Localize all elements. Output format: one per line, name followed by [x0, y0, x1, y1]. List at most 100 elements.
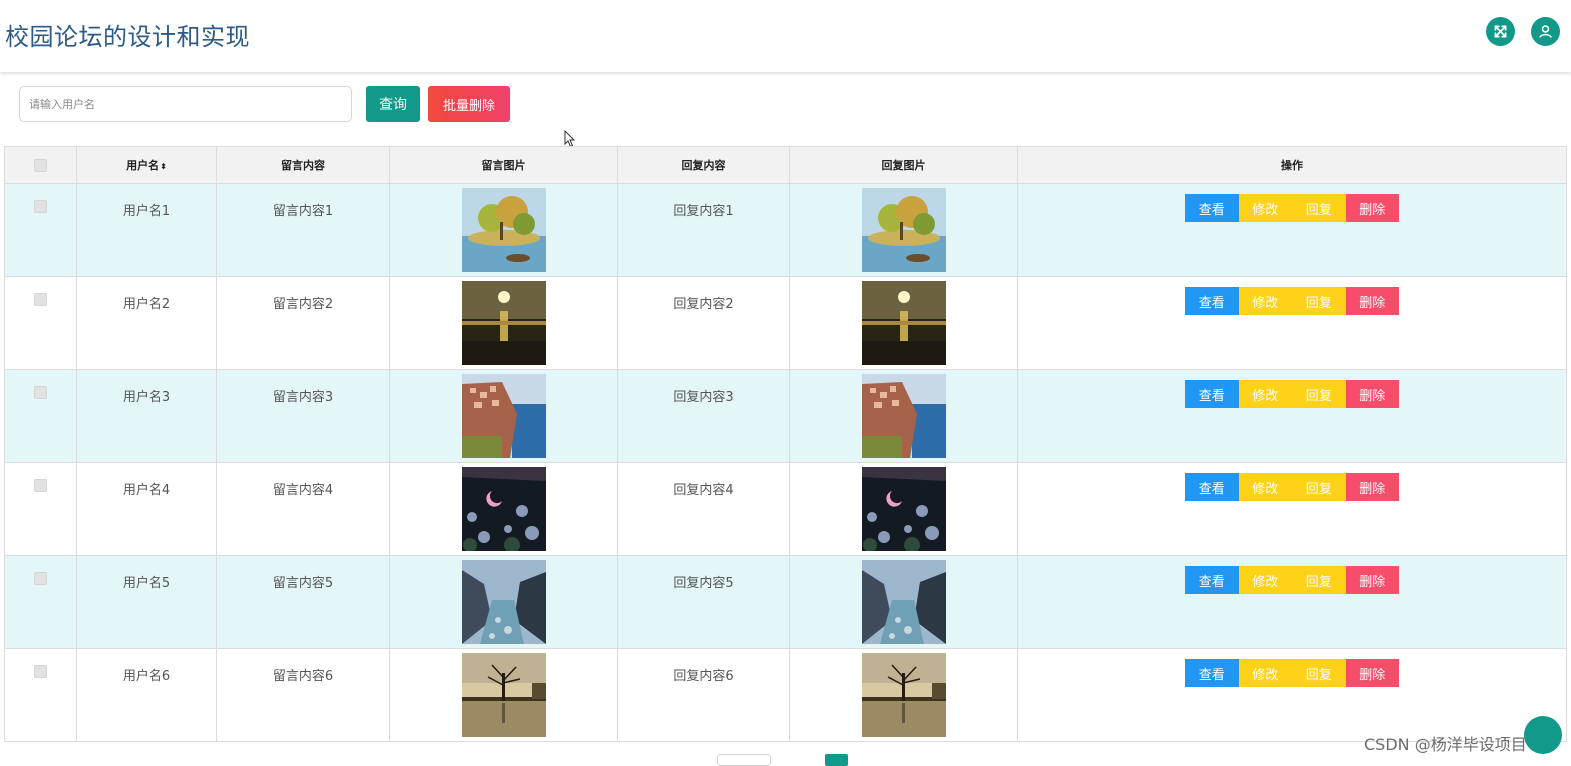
pagination-prev[interactable]	[717, 754, 771, 766]
reply-cell: 回复内容6	[617, 648, 790, 742]
floating-action-button[interactable]	[1524, 716, 1562, 754]
username-search-input[interactable]	[19, 86, 352, 122]
column-header-reply: 回复内容	[617, 146, 790, 184]
row-select-cell	[4, 648, 77, 742]
message-cell: 留言内容2	[216, 276, 390, 370]
message-image-cell	[389, 183, 618, 277]
top-header: 校园论坛的设计和实现	[0, 0, 1571, 72]
view-button[interactable]: 查看	[1185, 287, 1239, 315]
delete-button[interactable]: 删除	[1345, 287, 1399, 315]
view-button[interactable]: 查看	[1185, 566, 1239, 594]
message-cell: 留言内容4	[216, 462, 390, 556]
column-header-actions: 操作	[1017, 146, 1567, 184]
message-image[interactable]	[461, 560, 546, 644]
row-select-cell	[4, 276, 77, 370]
username-cell: 用户名1	[76, 183, 217, 277]
actions-cell: 查看 修改 回复 删除	[1017, 369, 1567, 463]
reply-image[interactable]	[861, 467, 946, 551]
message-image[interactable]	[461, 653, 546, 737]
reply-image[interactable]	[861, 281, 946, 365]
action-button-group: 查看 修改 回复 删除	[1185, 473, 1399, 501]
message-image[interactable]	[461, 467, 546, 551]
action-button-group: 查看 修改 回复 删除	[1185, 566, 1399, 594]
reply-button[interactable]: 回复	[1292, 566, 1346, 594]
reply-image[interactable]	[861, 374, 946, 458]
action-button-group: 查看 修改 回复 删除	[1185, 380, 1399, 408]
reply-cell: 回复内容3	[617, 369, 790, 463]
edit-button[interactable]: 修改	[1238, 473, 1292, 501]
message-cell: 留言内容5	[216, 555, 390, 649]
row-select-cell	[4, 369, 77, 463]
message-cell: 留言内容3	[216, 369, 390, 463]
reply-button[interactable]: 回复	[1292, 287, 1346, 315]
row-checkbox[interactable]	[34, 572, 47, 585]
reply-image[interactable]	[861, 560, 946, 644]
edit-button[interactable]: 修改	[1238, 194, 1292, 222]
actions-cell: 查看 修改 回复 删除	[1017, 555, 1567, 649]
username-cell: 用户名2	[76, 276, 217, 370]
reply-button[interactable]: 回复	[1292, 659, 1346, 687]
csdn-watermark: CSDN @杨洋毕设项目	[1364, 735, 1527, 754]
user-icon	[1539, 25, 1552, 38]
reply-image[interactable]	[861, 188, 946, 272]
message-image[interactable]	[461, 281, 546, 365]
delete-button[interactable]: 删除	[1345, 566, 1399, 594]
sort-icon[interactable]: ⬍	[160, 162, 167, 171]
action-button-group: 查看 修改 回复 删除	[1185, 659, 1399, 687]
batch-delete-button[interactable]: 批量删除	[428, 86, 510, 122]
user-button[interactable]	[1531, 17, 1560, 46]
username-cell: 用户名4	[76, 462, 217, 556]
message-image-cell	[389, 369, 618, 463]
reply-cell: 回复内容5	[617, 555, 790, 649]
select-all-checkbox[interactable]	[34, 158, 47, 172]
actions-cell: 查看 修改 回复 删除	[1017, 462, 1567, 556]
view-button[interactable]: 查看	[1185, 194, 1239, 222]
message-cell: 留言内容6	[216, 648, 390, 742]
row-select-cell	[4, 183, 77, 277]
view-button[interactable]: 查看	[1185, 659, 1239, 687]
message-image-cell	[389, 276, 618, 370]
reply-button[interactable]: 回复	[1292, 473, 1346, 501]
actions-cell: 查看 修改 回复 删除	[1017, 648, 1567, 742]
edit-button[interactable]: 修改	[1238, 566, 1292, 594]
table-header-row: 用户名⬍ 留言内容 留言图片 回复内容 回复图片 操作	[4, 146, 1567, 184]
message-image-cell	[389, 462, 618, 556]
message-image[interactable]	[461, 374, 546, 458]
delete-button[interactable]: 删除	[1345, 473, 1399, 501]
row-checkbox[interactable]	[34, 293, 47, 306]
table-row: 用户名1 留言内容1 回复内容1 查看 修改 回复 删除	[4, 183, 1567, 277]
row-checkbox[interactable]	[34, 665, 47, 678]
reply-image[interactable]	[861, 653, 946, 737]
message-table: 用户名⬍ 留言内容 留言图片 回复内容 回复图片 操作 用户名1 留言内容1 回…	[4, 146, 1567, 742]
message-image-cell	[389, 648, 618, 742]
action-button-group: 查看 修改 回复 删除	[1185, 194, 1399, 222]
edit-button[interactable]: 修改	[1238, 659, 1292, 687]
row-checkbox[interactable]	[34, 386, 47, 399]
column-header-reply-image: 回复图片	[789, 146, 1018, 184]
row-checkbox[interactable]	[34, 479, 47, 492]
reply-cell: 回复内容2	[617, 276, 790, 370]
view-button[interactable]: 查看	[1185, 380, 1239, 408]
fullscreen-button[interactable]	[1486, 17, 1515, 46]
view-button[interactable]: 查看	[1185, 473, 1239, 501]
column-header-username[interactable]: 用户名⬍	[76, 146, 217, 184]
delete-button[interactable]: 删除	[1345, 194, 1399, 222]
message-image[interactable]	[461, 188, 546, 272]
pagination-current-page[interactable]	[825, 754, 848, 766]
reply-image-cell	[789, 369, 1018, 463]
message-image-cell	[389, 555, 618, 649]
edit-button[interactable]: 修改	[1238, 380, 1292, 408]
delete-button[interactable]: 删除	[1345, 380, 1399, 408]
action-button-group: 查看 修改 回复 删除	[1185, 287, 1399, 315]
table-row: 用户名5 留言内容5 回复内容5 查看 修改 回复 删除	[4, 555, 1567, 649]
reply-button[interactable]: 回复	[1292, 194, 1346, 222]
row-checkbox[interactable]	[34, 200, 47, 213]
query-button[interactable]: 查询	[366, 86, 420, 122]
reply-button[interactable]: 回复	[1292, 380, 1346, 408]
reply-image-cell	[789, 648, 1018, 742]
app-title: 校园论坛的设计和实现	[5, 23, 250, 51]
username-cell: 用户名5	[76, 555, 217, 649]
delete-button[interactable]: 删除	[1345, 659, 1399, 687]
edit-button[interactable]: 修改	[1238, 287, 1292, 315]
message-cell: 留言内容1	[216, 183, 390, 277]
